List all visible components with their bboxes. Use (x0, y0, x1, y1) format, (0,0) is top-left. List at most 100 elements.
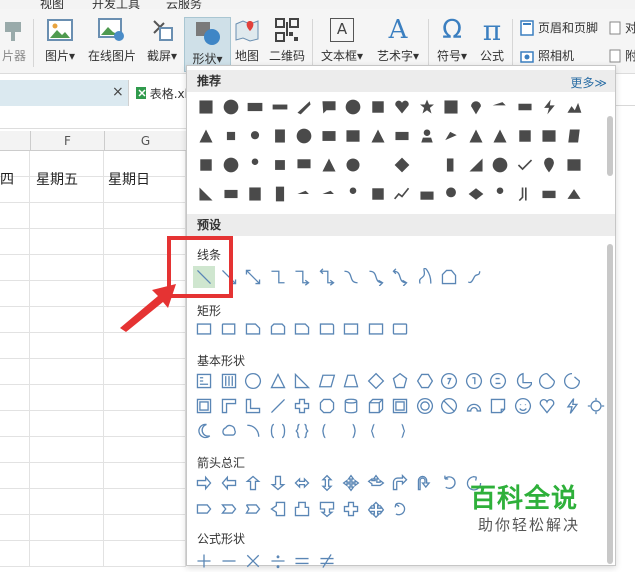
arrow-shape-item[interactable] (340, 498, 362, 520)
line-shape-item[interactable] (414, 266, 436, 288)
recommended-shape-item[interactable] (416, 125, 438, 147)
recommended-shape-item[interactable] (514, 154, 536, 176)
object-button[interactable]: 对 (609, 19, 635, 36)
recommended-shape-item[interactable] (269, 96, 291, 118)
recommended-shape-item[interactable] (195, 96, 217, 118)
recommended-shape-item[interactable] (318, 125, 340, 147)
grid-cell[interactable] (30, 489, 104, 515)
recommended-shape-item[interactable] (440, 183, 462, 205)
grid-cell[interactable] (0, 385, 30, 411)
grid-cell[interactable] (0, 281, 30, 307)
recommended-shape-item[interactable] (293, 125, 315, 147)
column-header-f[interactable]: F (30, 131, 104, 151)
arrow-shape-item[interactable] (267, 472, 289, 494)
recommended-shape-item[interactable] (244, 125, 266, 147)
grid-cell[interactable] (0, 359, 30, 385)
arrow-shape-item[interactable] (267, 498, 289, 520)
basic-shape-item[interactable] (193, 420, 215, 442)
rectangle-shape-item[interactable] (291, 318, 313, 340)
recommended-shape-item[interactable] (514, 183, 536, 205)
grid-cell[interactable] (30, 229, 104, 255)
line-shape-item[interactable] (389, 266, 411, 288)
rectangle-shape-item[interactable] (340, 318, 362, 340)
recommended-shape-item[interactable] (391, 96, 413, 118)
grid-cell[interactable] (30, 541, 104, 567)
recommended-shape-item[interactable] (220, 125, 242, 147)
recommended-shape-item[interactable] (538, 183, 560, 205)
rectangle-shape-item[interactable] (267, 318, 289, 340)
basic-shape-item[interactable] (438, 395, 460, 417)
recommended-shape-item[interactable] (391, 183, 413, 205)
basic-shape-item[interactable] (561, 370, 583, 392)
basic-shape-item[interactable] (291, 420, 313, 442)
recommended-shape-item[interactable] (318, 96, 340, 118)
grid-cell[interactable] (104, 359, 186, 385)
recommended-shape-item[interactable] (440, 96, 462, 118)
shapes-button[interactable]: 形状▾ (184, 17, 231, 72)
qrcode-button[interactable]: 二维码 (266, 15, 308, 71)
grid-cell[interactable] (30, 333, 104, 359)
online-picture-button[interactable]: 在线图片 (86, 15, 138, 71)
basic-shape-item[interactable] (438, 370, 460, 392)
grid-cell[interactable] (0, 229, 30, 255)
grid-cell[interactable] (30, 281, 104, 307)
line-shape-item[interactable] (340, 266, 362, 288)
basic-shape-item[interactable] (218, 420, 240, 442)
basic-shape-item[interactable] (316, 370, 338, 392)
recommended-shape-item[interactable] (440, 154, 462, 176)
more-shapes-link[interactable]: 更多≫ (570, 74, 607, 91)
recommended-shape-item[interactable] (538, 125, 560, 147)
recommended-shape-item[interactable] (318, 183, 340, 205)
grid-cell[interactable] (104, 541, 186, 567)
recommended-shape-item[interactable] (293, 183, 315, 205)
recommended-shape-item[interactable] (563, 154, 585, 176)
grid-cell[interactable] (104, 333, 186, 359)
recommended-shape-item[interactable] (538, 96, 560, 118)
line-shape-item[interactable] (242, 266, 264, 288)
recommended-shape-item[interactable] (318, 154, 340, 176)
rectangle-shape-item[interactable] (193, 318, 215, 340)
recommended-shape-item[interactable] (465, 183, 487, 205)
grid-cell[interactable] (0, 541, 30, 567)
basic-shape-item[interactable] (414, 370, 436, 392)
recommended-shape-item[interactable] (293, 96, 315, 118)
basic-shape-item[interactable] (242, 395, 264, 417)
basic-shape-item[interactable] (267, 370, 289, 392)
arrow-shape-item[interactable] (340, 472, 362, 494)
formula-shape-item[interactable] (267, 550, 289, 572)
grid-cell[interactable] (30, 437, 104, 463)
menu-view[interactable]: 视图 (40, 0, 64, 9)
camera-button[interactable]: 照相机 (520, 47, 574, 64)
grid-cell[interactable] (0, 411, 30, 437)
basic-shape-item[interactable] (340, 370, 362, 392)
recommended-shape-item[interactable] (489, 125, 511, 147)
recommended-shape-item[interactable] (342, 96, 364, 118)
map-button[interactable]: 地图 (232, 15, 262, 71)
grid-cell[interactable] (104, 437, 186, 463)
arrow-shape-item[interactable] (291, 472, 313, 494)
basic-shape-item[interactable] (365, 370, 387, 392)
recommended-shape-item[interactable] (244, 96, 266, 118)
rectangle-shape-item[interactable] (389, 318, 411, 340)
recommended-shape-item[interactable] (220, 183, 242, 205)
grid-cell[interactable] (30, 359, 104, 385)
basic-shape-item[interactable] (242, 370, 264, 392)
grid-cell[interactable] (30, 255, 104, 281)
basic-shape-item[interactable] (291, 370, 313, 392)
textbox-button[interactable]: A 文本框▾ (316, 15, 368, 71)
grid-cell[interactable] (30, 411, 104, 437)
basic-shape-item[interactable] (536, 395, 558, 417)
recommended-shape-item[interactable] (220, 96, 242, 118)
basic-shape-item[interactable] (487, 370, 509, 392)
arrow-shape-item[interactable] (389, 498, 411, 520)
basic-shape-item[interactable] (267, 420, 289, 442)
attachment-button[interactable]: 附 (609, 47, 635, 64)
recommended-shape-item[interactable] (367, 183, 389, 205)
line-shape-item[interactable] (267, 266, 289, 288)
recommended-shape-item[interactable] (342, 125, 364, 147)
recommended-shape-item[interactable] (367, 154, 389, 176)
recommended-shape-item[interactable] (416, 154, 438, 176)
grid-cell[interactable] (0, 489, 30, 515)
recommended-shape-item[interactable] (269, 125, 291, 147)
header-footer-button[interactable]: 页眉和页脚 (520, 19, 598, 36)
